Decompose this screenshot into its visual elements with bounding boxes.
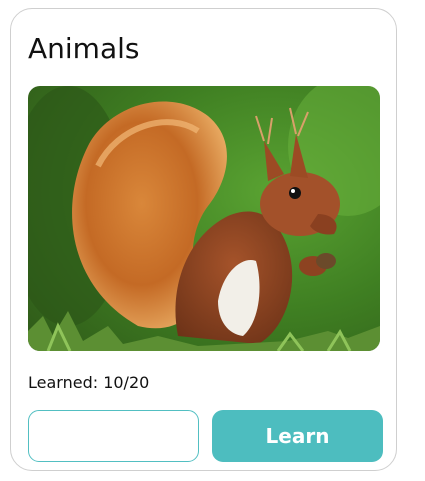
answer-input[interactable] — [28, 410, 199, 462]
learn-button[interactable]: Learn — [212, 410, 383, 462]
card-title: Animals — [28, 32, 140, 65]
animal-image — [28, 86, 380, 351]
learned-progress: Learned: 10/20 — [28, 373, 150, 392]
